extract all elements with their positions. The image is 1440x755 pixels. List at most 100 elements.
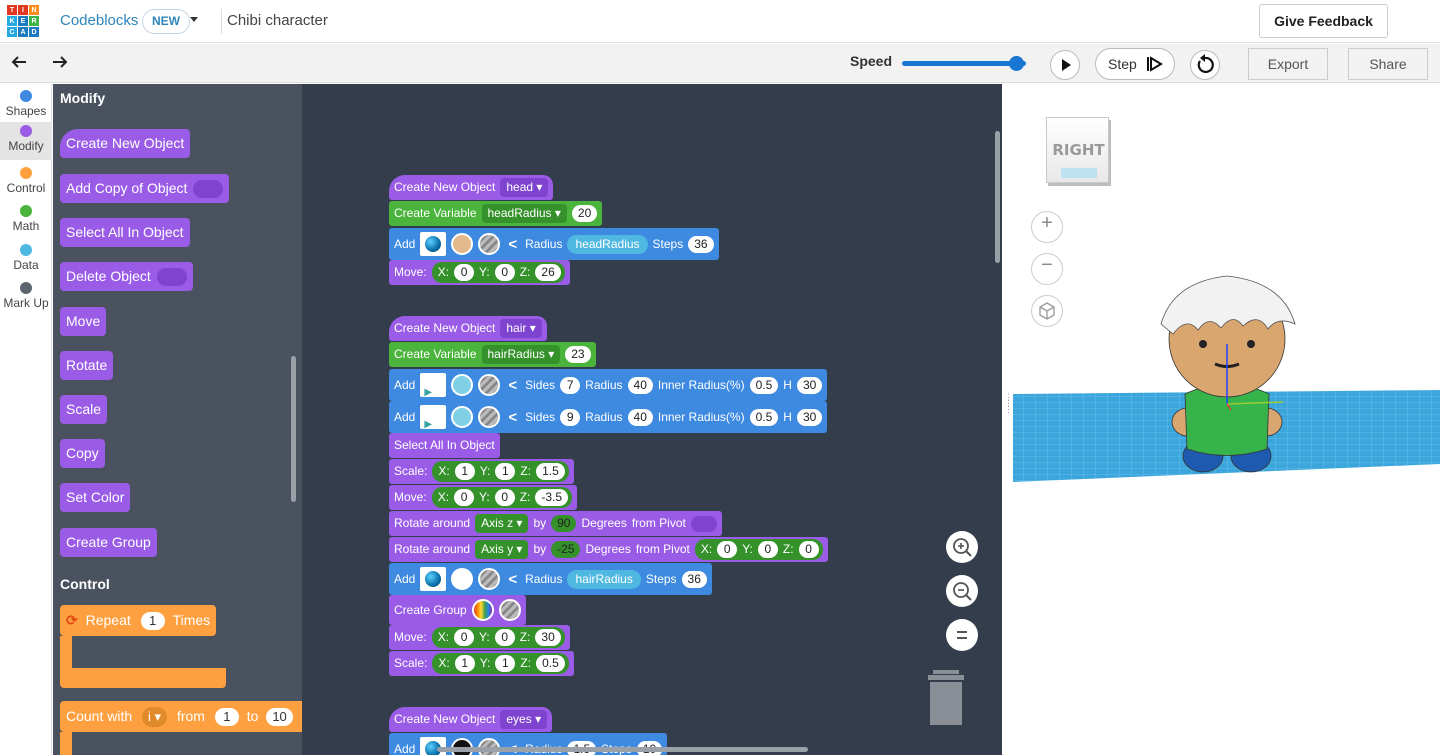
- block-rotate-around[interactable]: Rotate around Axis z ▾ by 90 Degrees fro…: [389, 511, 722, 536]
- palette-block-delete-object[interactable]: Delete Object: [60, 262, 193, 291]
- shape-thumbnail[interactable]: [420, 567, 447, 591]
- count-var-dropdown[interactable]: i ▾: [142, 707, 168, 728]
- block-scale[interactable]: Scale: X: 1 Y: 1 Z: 1.5: [389, 459, 574, 484]
- trash-icon[interactable]: [926, 670, 966, 726]
- block-move[interactable]: Move: X: 0 Y: 0 Z: -3.5: [389, 485, 578, 510]
- axis-dropdown[interactable]: Axis z ▾: [475, 514, 529, 533]
- viewport-zoom-out-button[interactable]: −: [1031, 253, 1063, 285]
- block-add-sphere[interactable]: Add < Radius hairRadius Steps 36: [389, 563, 712, 595]
- shape-thumbnail[interactable]: ▶: [420, 405, 447, 430]
- y-input[interactable]: 0: [494, 629, 515, 646]
- block-add-tube[interactable]: Add ▶ < Sides 9 Radius 40 Inner Radius(%…: [389, 401, 828, 433]
- height-input[interactable]: 30: [796, 376, 823, 394]
- variable-name-dropdown[interactable]: headRadius ▾: [481, 204, 567, 223]
- object-slot[interactable]: [193, 180, 224, 199]
- export-button[interactable]: Export: [1248, 48, 1328, 80]
- color-swatch[interactable]: [451, 233, 474, 255]
- category-data[interactable]: Data: [0, 241, 52, 279]
- radius-input[interactable]: 40: [627, 376, 653, 394]
- degrees-input[interactable]: -25: [551, 541, 581, 558]
- palette-block-move[interactable]: Move: [60, 307, 107, 336]
- speed-slider-track[interactable]: [902, 61, 1026, 66]
- sides-input[interactable]: 7: [560, 376, 581, 394]
- repeat-count-input[interactable]: 1: [140, 612, 165, 631]
- category-mark-up[interactable]: Mark Up: [0, 279, 52, 317]
- viewport-zoom-in-button[interactable]: +: [1031, 211, 1063, 243]
- hole-toggle[interactable]: [478, 406, 501, 428]
- palette-block-set-color[interactable]: Set Color: [60, 483, 131, 512]
- object-slot[interactable]: [156, 268, 187, 287]
- shape-thumbnail[interactable]: [420, 737, 447, 755]
- workspace-zoom-reset-button[interactable]: [946, 619, 978, 651]
- hole-toggle[interactable]: [478, 233, 501, 255]
- palette-block-copy[interactable]: Copy: [60, 439, 105, 468]
- hole-toggle[interactable]: [478, 568, 501, 590]
- palette-block-count-with[interactable]: Count with i ▾ from 1 to 10: [60, 701, 302, 732]
- variable-name-dropdown[interactable]: hairRadius ▾: [481, 345, 561, 364]
- block-move[interactable]: Move: X: 0 Y: 0 Z: 26: [389, 260, 570, 285]
- category-shapes[interactable]: Shapes: [0, 87, 52, 125]
- project-title[interactable]: Chibi character: [227, 12, 328, 29]
- object-name-dropdown[interactable]: hair ▾: [500, 319, 542, 338]
- shape-thumbnail[interactable]: ▶: [420, 373, 447, 398]
- code-workspace[interactable]: Create New Object head ▾ Create Variable…: [302, 84, 1002, 755]
- give-feedback-button[interactable]: Give Feedback: [1259, 4, 1388, 38]
- z-input[interactable]: 0: [798, 541, 819, 558]
- workspace-zoom-in-button[interactable]: [946, 531, 978, 563]
- radius-variable[interactable]: headRadius: [567, 234, 648, 254]
- block-scale[interactable]: Scale: X: 1 Y: 1 Z: 0.5: [389, 651, 574, 676]
- z-input[interactable]: 0.5: [536, 655, 565, 672]
- block-create-variable[interactable]: Create Variable hairRadius ▾ 23: [389, 342, 596, 367]
- chevron-down-icon[interactable]: [190, 17, 198, 22]
- resize-handle-icon[interactable]: ⋮ ⋮ ⋮: [1004, 393, 1013, 424]
- x-input[interactable]: 1: [454, 655, 475, 672]
- inner-radius-input[interactable]: 0.5: [749, 376, 779, 394]
- x-input[interactable]: 0: [454, 489, 475, 506]
- x-input[interactable]: 0: [717, 541, 738, 558]
- z-input[interactable]: -3.5: [535, 489, 569, 506]
- shape-thumbnail[interactable]: [420, 232, 447, 256]
- 3d-viewport[interactable]: ⋮ ⋮ ⋮ RIGHT + −: [1003, 84, 1440, 755]
- step-button[interactable]: Step: [1095, 48, 1175, 80]
- color-swatch[interactable]: [451, 568, 474, 590]
- y-input[interactable]: 1: [495, 655, 516, 672]
- play-button[interactable]: [1050, 50, 1080, 80]
- block-move[interactable]: Move: X: 0 Y: 0 Z: 30: [389, 625, 570, 650]
- view-cube[interactable]: RIGHT: [1046, 117, 1109, 183]
- z-input[interactable]: 1.5: [536, 463, 565, 480]
- chevron-left-icon[interactable]: <: [508, 567, 517, 592]
- palette-block-repeat[interactable]: ⟳ Repeat 1 Times: [60, 605, 217, 636]
- x-input[interactable]: 1: [454, 463, 475, 480]
- hole-toggle[interactable]: [478, 374, 501, 396]
- block-create-new-object[interactable]: Create New Object head ▾: [389, 175, 554, 200]
- object-name-dropdown[interactable]: eyes ▾: [500, 710, 548, 729]
- redo-icon[interactable]: [48, 53, 70, 73]
- color-swatch[interactable]: [451, 406, 474, 428]
- axis-dropdown[interactable]: Axis y ▾: [475, 540, 529, 559]
- y-input[interactable]: 0: [494, 264, 515, 281]
- x-input[interactable]: 0: [454, 629, 475, 646]
- block-add-tube[interactable]: Add ▶ < Sides 7 Radius 40 Inner Radius(%…: [389, 369, 828, 401]
- block-create-new-object[interactable]: Create New Object eyes ▾: [389, 707, 553, 732]
- share-button[interactable]: Share: [1348, 48, 1428, 80]
- palette-block-add-copy-of-object[interactable]: Add Copy of Object: [60, 174, 230, 203]
- multicolor-swatch[interactable]: [471, 599, 494, 621]
- palette-scrollbar[interactable]: [291, 356, 296, 502]
- height-input[interactable]: 30: [796, 408, 823, 426]
- hole-toggle[interactable]: [498, 599, 521, 621]
- pivot-slot[interactable]: [690, 515, 717, 532]
- palette-block-rotate[interactable]: Rotate: [60, 351, 114, 380]
- variable-value-input[interactable]: 23: [565, 346, 591, 363]
- steps-input[interactable]: 36: [688, 235, 714, 253]
- palette-block-select-all-in-object[interactable]: Select All In Object: [60, 218, 190, 247]
- radius-variable[interactable]: hairRadius: [567, 569, 641, 589]
- palette-block-scale[interactable]: Scale: [60, 395, 108, 424]
- variable-value-input[interactable]: 20: [571, 205, 598, 222]
- degrees-input[interactable]: 90: [551, 515, 577, 532]
- undo-icon[interactable]: [9, 53, 31, 73]
- chevron-left-icon[interactable]: <: [508, 373, 517, 398]
- steps-input[interactable]: 36: [681, 570, 707, 588]
- block-create-variable[interactable]: Create Variable headRadius ▾ 20: [389, 201, 603, 226]
- reset-button[interactable]: [1190, 50, 1220, 80]
- app-name[interactable]: Codeblocks: [60, 12, 138, 29]
